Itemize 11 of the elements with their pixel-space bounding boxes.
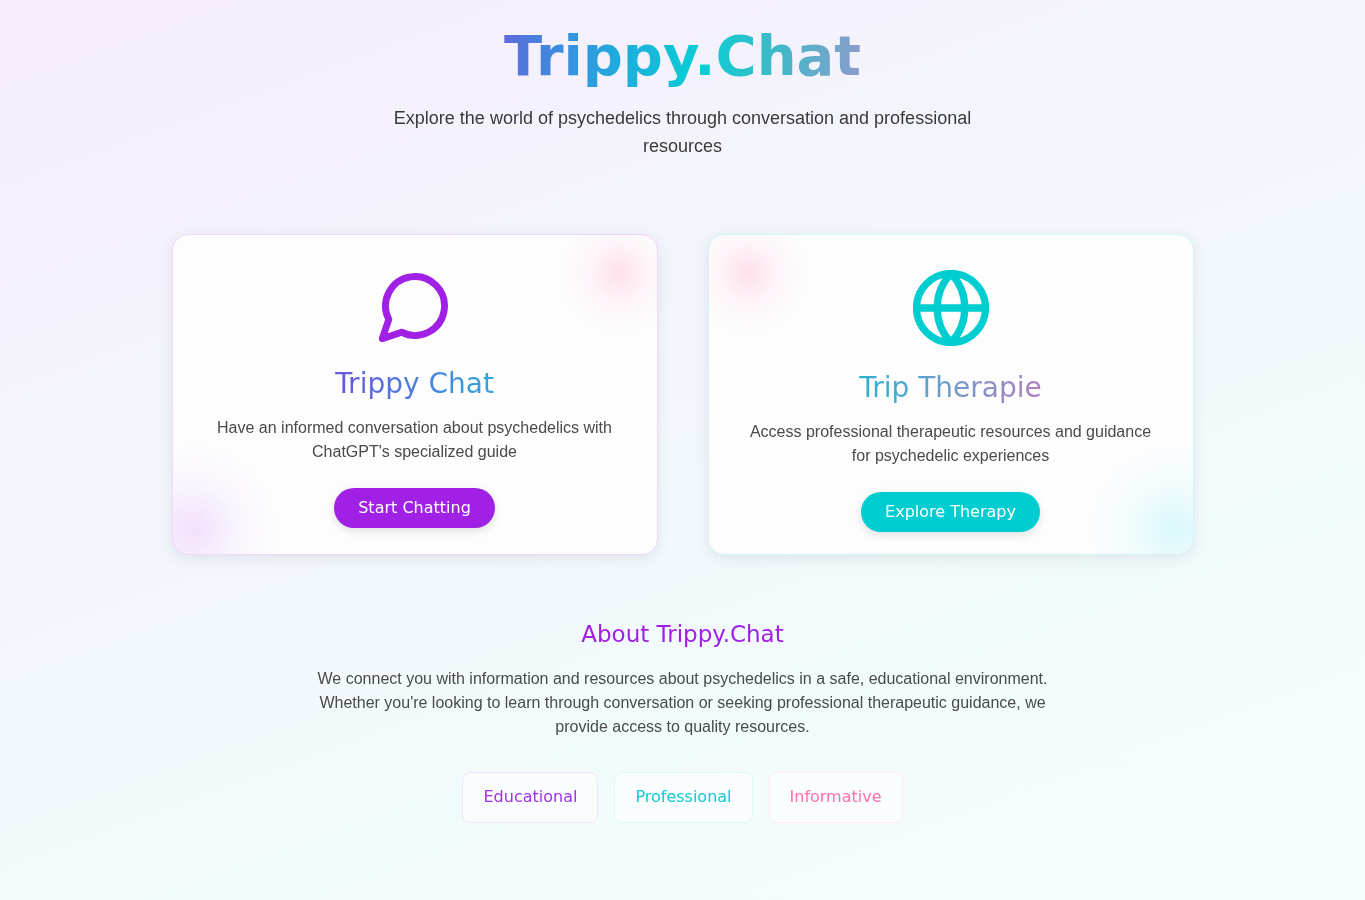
topic-tag: Professional — [614, 771, 753, 823]
card-description: Access professional therapeutic resources and guidance for psychedelic experiences — [748, 421, 1153, 466]
topic-tag: Educational — [462, 771, 599, 823]
topic-tag: Informative — [768, 771, 903, 823]
card-description: Have an informed conversation about psychedelics with ChatGPT's specialized guide — [216, 417, 613, 462]
speech-bubble-icon — [378, 270, 451, 343]
start-chatting-button[interactable]: Start Chatting — [334, 487, 495, 528]
globe-icon — [912, 270, 989, 347]
about-paragraph: We connect you with information and resources about psychedelics in a safe, educational environment. Whether you're looking to learn through conversation or seeking professional therapeutic guidance, we provide access to quality resources. — [316, 668, 1049, 737]
about-heading: About Trippy.Chat — [580, 621, 785, 649]
tagline: Explore the world of psychedelics through conversation and professional resources — [392, 107, 973, 159]
